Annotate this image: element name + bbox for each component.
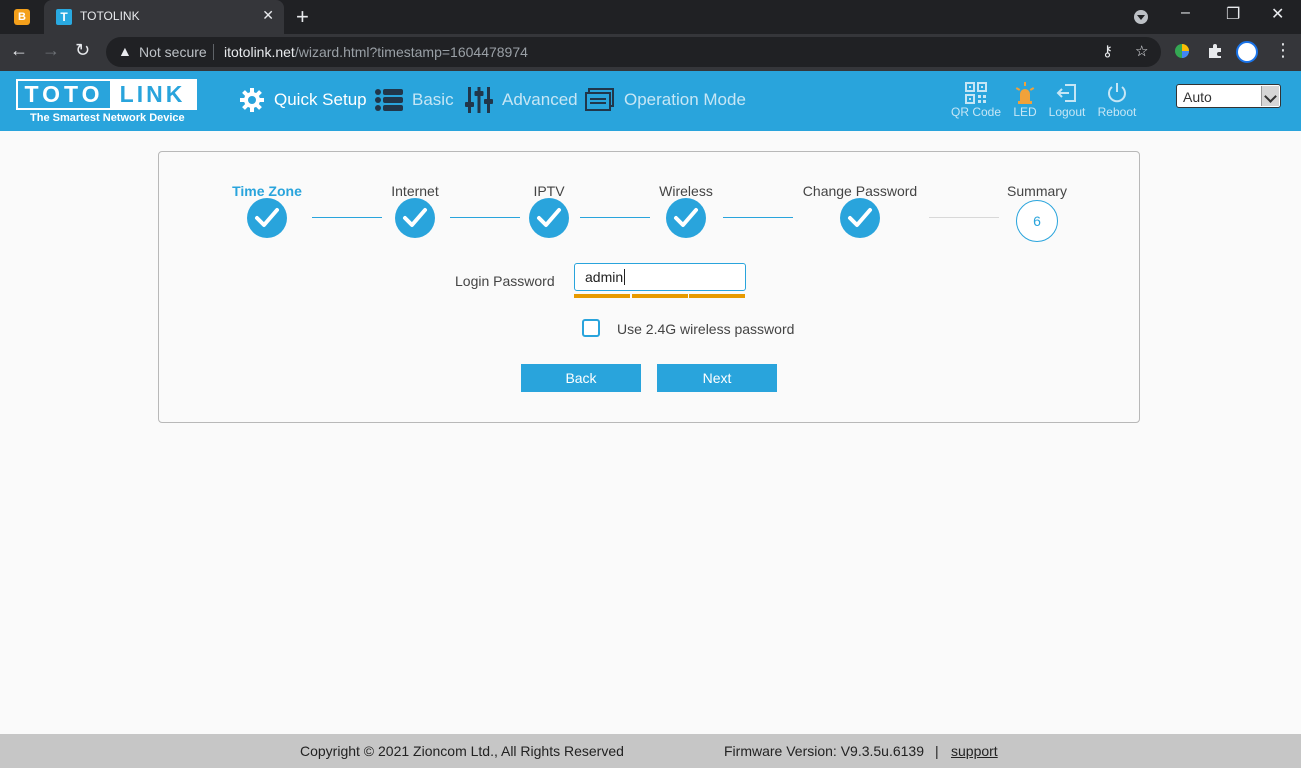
key-icon[interactable]: ⚷ — [1102, 42, 1113, 60]
login-password-label: Login Password — [455, 273, 555, 289]
support-link[interactable]: support — [951, 743, 998, 759]
new-tab-icon[interactable]: + — [296, 4, 309, 30]
step-done-check-icon[interactable] — [840, 198, 880, 238]
url-text[interactable]: itotolink.net/wizard.html?timestamp=1604… — [224, 44, 528, 60]
back-arrow-icon[interactable]: ← — [10, 40, 28, 61]
page-footer: Copyright © 2021 Zioncom Ltd., All Right… — [0, 734, 1301, 768]
router-header: TOTO LINK The Smartest Network Device Qu… — [0, 71, 1301, 131]
led-lamp-icon — [1015, 82, 1035, 104]
step-done-check-icon[interactable] — [666, 198, 706, 238]
list-icon — [375, 89, 403, 111]
nav-advanced[interactable]: Advanced — [465, 86, 578, 114]
extension-colorful-icon[interactable] — [1174, 43, 1190, 64]
power-icon — [1108, 83, 1126, 103]
logout-button[interactable]: Logout — [1040, 82, 1094, 119]
totolink-favicon-icon: T — [56, 9, 72, 25]
text-caret — [624, 269, 626, 285]
browser-tab[interactable]: T TOTOLINK ✕ — [44, 0, 284, 34]
gear-icon — [240, 88, 264, 112]
warning-icon[interactable]: ▲ — [118, 43, 132, 59]
nav-operation-mode[interactable]: Operation Mode — [585, 86, 746, 114]
step-label-internet[interactable]: Internet — [391, 183, 438, 199]
bookmark-star-icon[interactable]: ☆ — [1135, 42, 1148, 60]
firmware-version: Firmware Version: V9.3.5u.6139 — [724, 743, 924, 759]
chevron-down-icon[interactable] — [1261, 86, 1279, 106]
tab-close-icon[interactable]: ✕ — [262, 7, 274, 24]
wizard-card: Time Zone Internet IPTV Wireless Change … — [158, 151, 1140, 423]
tab-search-icon[interactable] — [1134, 10, 1148, 24]
tab-title: TOTOLINK — [80, 9, 140, 23]
password-strength-bar — [689, 294, 745, 298]
step-number-badge[interactable]: 6 — [1016, 200, 1058, 242]
browser-menu-icon[interactable]: ⋮ — [1274, 40, 1292, 61]
step-connector — [580, 217, 650, 218]
use-wireless-password-label[interactable]: Use 2.4G wireless password — [617, 321, 794, 337]
password-strength-bar — [632, 294, 688, 298]
step-label-summary[interactable]: Summary — [1007, 183, 1067, 199]
reload-icon[interactable]: ↻ — [75, 40, 90, 61]
next-button[interactable]: Next — [657, 364, 777, 392]
blogger-tab-icon[interactable]: B — [14, 9, 30, 25]
logo-tagline: The Smartest Network Device — [30, 112, 185, 124]
step-done-check-icon[interactable] — [529, 198, 569, 238]
back-button[interactable]: Back — [521, 364, 641, 392]
reboot-button[interactable]: Reboot — [1090, 82, 1144, 119]
step-connector — [450, 217, 520, 218]
step-connector — [929, 217, 999, 218]
qr-code-icon — [965, 82, 987, 104]
security-label[interactable]: Not secure — [139, 44, 207, 60]
totolink-logo: TOTO LINK — [16, 79, 197, 110]
browser-toolbar: ← → ↻ ▲ Not secure itotolink.net/wizard.… — [0, 34, 1301, 71]
extensions-puzzle-icon[interactable] — [1207, 43, 1223, 64]
sliders-icon — [465, 87, 493, 113]
logout-icon — [1056, 84, 1076, 102]
step-label-time-zone[interactable]: Time Zone — [232, 183, 302, 199]
minimize-icon[interactable]: – — [1181, 4, 1190, 22]
password-strength-bar — [574, 294, 630, 298]
nav-basic[interactable]: Basic — [375, 86, 454, 114]
qr-code-button[interactable]: QR Code — [949, 82, 1003, 119]
address-separator — [213, 44, 214, 60]
language-select[interactable]: Auto — [1176, 84, 1281, 108]
forward-arrow-icon[interactable]: → — [42, 40, 60, 61]
step-done-check-icon[interactable] — [247, 198, 287, 238]
step-label-iptv[interactable]: IPTV — [533, 183, 564, 199]
window-close-icon[interactable]: ✕ — [1271, 4, 1284, 24]
step-done-check-icon[interactable] — [395, 198, 435, 238]
monitor-icon — [585, 88, 614, 111]
profile-avatar-icon[interactable] — [1236, 41, 1258, 63]
step-label-change-password[interactable]: Change Password — [803, 183, 917, 199]
browser-tab-bar: B T TOTOLINK ✕ + – ❐ ✕ — [0, 0, 1301, 34]
login-password-input[interactable]: admin — [574, 263, 746, 291]
copyright-text: Copyright © 2021 Zioncom Ltd., All Right… — [300, 743, 624, 759]
step-connector — [723, 217, 793, 218]
step-connector — [312, 217, 382, 218]
footer-separator: | — [935, 743, 939, 759]
use-wireless-password-checkbox[interactable] — [582, 319, 600, 337]
restore-icon[interactable]: ❐ — [1226, 4, 1240, 24]
address-bar[interactable]: ▲ Not secure itotolink.net/wizard.html?t… — [106, 37, 1161, 67]
step-label-wireless[interactable]: Wireless — [659, 183, 713, 199]
nav-quick-setup[interactable]: Quick Setup — [239, 86, 367, 114]
